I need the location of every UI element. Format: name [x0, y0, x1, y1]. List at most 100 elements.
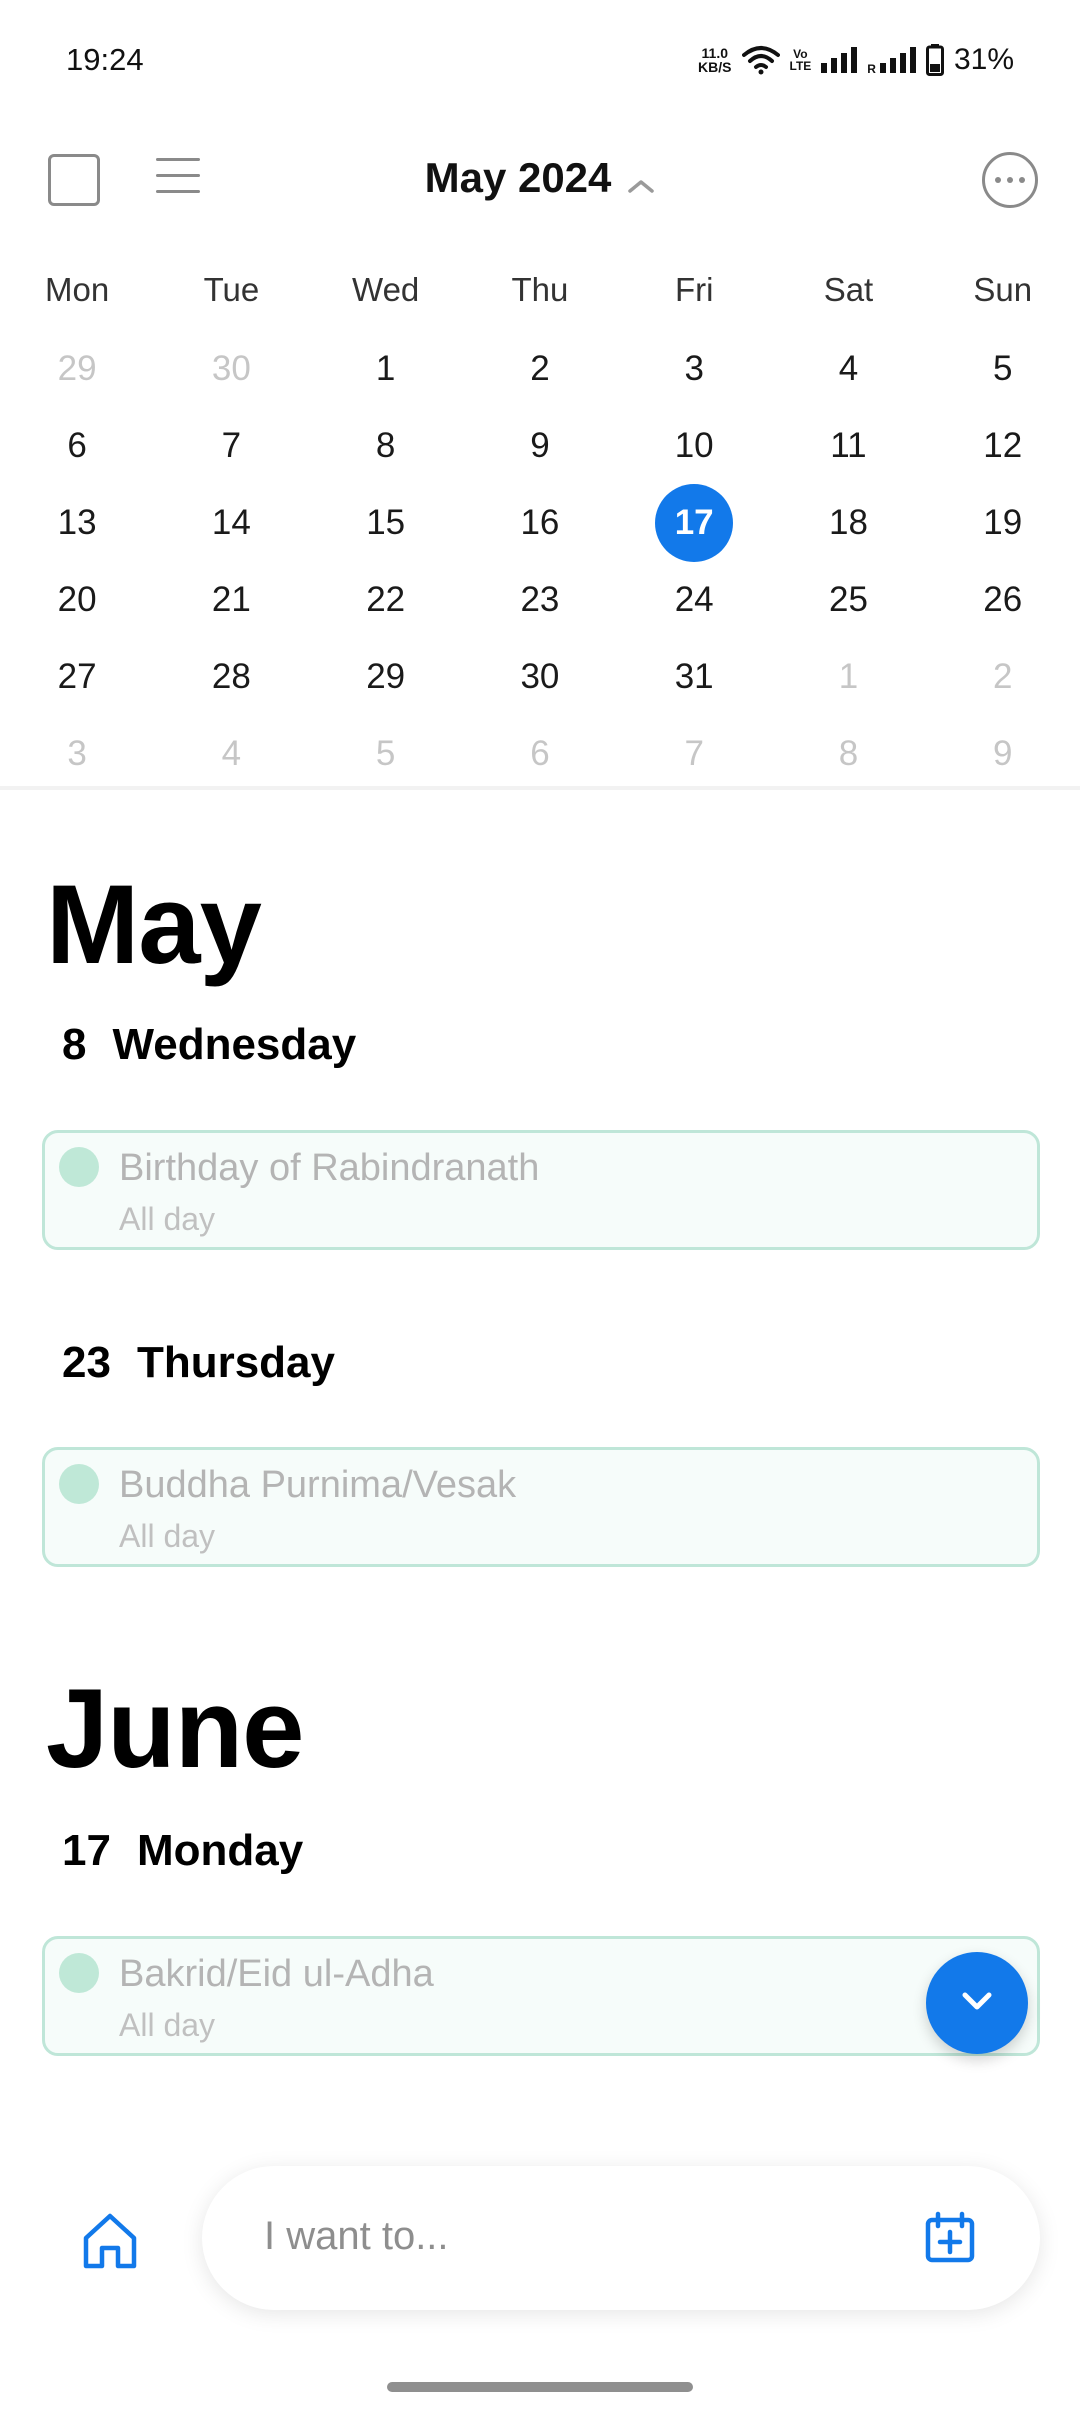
calendar-day[interactable]: 5 [309, 715, 463, 792]
calendar-week: 3 4 5 6 7 8 9 [0, 715, 1080, 792]
calendar-day[interactable]: 10 [617, 407, 771, 484]
agenda-date-number: 8 [62, 1020, 87, 1069]
chevron-up-icon [627, 157, 655, 205]
agenda-date-number: 23 [62, 1338, 111, 1387]
calendar-day[interactable]: 12 [926, 407, 1080, 484]
calendar-day[interactable]: 9 [463, 407, 617, 484]
scroll-down-button[interactable] [926, 1952, 1028, 2054]
weekday-label: Sat [823, 271, 874, 308]
calendar-day[interactable]: 26 [926, 561, 1080, 638]
event-color-dot [59, 1147, 99, 1187]
calendar-day[interactable]: 7 [617, 715, 771, 792]
agenda-date-heading: 8 Wednesday [62, 1020, 356, 1070]
agenda-date-weekday: Thursday [136, 1338, 335, 1387]
top-toolbar: May 2024 [0, 140, 1080, 220]
weekday-label: Sun [973, 271, 1033, 308]
signal-icon [879, 47, 916, 73]
event-time: All day [119, 2007, 216, 2043]
calendar-day[interactable]: 8 [309, 407, 463, 484]
event-title: Buddha Purnima/Vesak [119, 1464, 517, 1506]
event-time: All day [119, 1518, 216, 1554]
calendar-add-icon[interactable] [922, 2210, 978, 2266]
weekday-label: Mon [45, 271, 110, 308]
calendar-day[interactable]: 4 [771, 330, 925, 407]
home-icon[interactable] [78, 2208, 142, 2272]
calendar-day[interactable]: 20 [0, 561, 154, 638]
calendar-day[interactable]: 23 [463, 561, 617, 638]
battery-icon [925, 44, 944, 76]
calendar-day[interactable]: 9 [926, 715, 1080, 792]
calendar-day[interactable]: 11 [771, 407, 925, 484]
calendar-day[interactable]: 18 [771, 484, 925, 561]
calendar-day-today[interactable]: 17 [617, 483, 771, 562]
calendar-day[interactable]: 29 [309, 638, 463, 715]
event-color-dot [59, 1464, 99, 1504]
event-card[interactable]: Bakrid/Eid ul-Adha All day [42, 1936, 1040, 2056]
calendar-day[interactable]: 16 [463, 484, 617, 561]
calendar-day[interactable]: 31 [617, 638, 771, 715]
roaming-mark: R [867, 62, 876, 76]
calendar-day[interactable]: 21 [154, 561, 308, 638]
agenda-date-weekday: Wednesday [112, 1020, 357, 1069]
calendar-day[interactable]: 1 [771, 638, 925, 715]
battery-level: 31% [953, 43, 1014, 76]
volte-bottom: LTE [789, 59, 812, 73]
calendar-day[interactable]: 3 [0, 715, 154, 792]
weekday-header: Mon Tue Wed Thu Fri Sat Sun [0, 250, 1080, 330]
signal-icon [821, 47, 858, 73]
calendar-day[interactable]: 19 [926, 484, 1080, 561]
weekday-label: Wed [352, 271, 420, 308]
calendar-day[interactable]: 24 [617, 561, 771, 638]
calendar-day[interactable]: 8 [771, 715, 925, 792]
status-time: 19:24 [66, 42, 144, 77]
status-bar: 19:24 11.0 KB/S Vo LTE R 31% [0, 0, 1080, 120]
volte-indicator: Vo LTE [790, 48, 812, 72]
status-icons: 11.0 KB/S Vo LTE R 31% [698, 40, 1014, 80]
calendar-day[interactable]: 3 [617, 330, 771, 407]
calendar-day[interactable]: 1 [309, 330, 463, 407]
today-marker: 17 [655, 483, 734, 562]
agenda-date-number: 17 [62, 1826, 111, 1875]
network-speed-value: 11.0 [701, 45, 729, 61]
calendar-week: 27 28 29 30 31 1 2 [0, 638, 1080, 715]
wifi-icon [741, 45, 780, 75]
calendar-day[interactable]: 29 [0, 330, 154, 407]
agenda-date-weekday: Monday [136, 1826, 304, 1875]
calendar-week: 29 30 1 2 3 4 5 [0, 330, 1080, 407]
calendar-day[interactable]: 4 [154, 715, 308, 792]
event-color-dot [59, 1953, 99, 1993]
calendar-day[interactable]: 6 [0, 407, 154, 484]
calendar-week: 6 7 8 9 10 11 12 [0, 407, 1080, 484]
gesture-home-indicator[interactable] [387, 2382, 693, 2392]
chevron-down-icon [957, 1988, 997, 2019]
month-title-button[interactable]: May 2024 [0, 154, 1080, 205]
weekday-label: Tue [203, 271, 260, 308]
event-title: Birthday of Rabindranath [119, 1147, 540, 1189]
event-card[interactable]: Buddha Purnima/Vesak All day [42, 1447, 1040, 1567]
agenda-date-heading: 17 Monday [62, 1826, 303, 1876]
calendar-day[interactable]: 30 [154, 330, 308, 407]
event-card[interactable]: Birthday of Rabindranath All day [42, 1130, 1040, 1250]
calendar-day[interactable]: 7 [154, 407, 308, 484]
agenda-month-heading: June [46, 1666, 304, 1791]
calendar-day[interactable]: 13 [0, 484, 154, 561]
event-title: Bakrid/Eid ul-Adha [119, 1953, 434, 1995]
calendar-day[interactable]: 28 [154, 638, 308, 715]
calendar-divider [0, 786, 1080, 790]
calendar-day[interactable]: 22 [309, 561, 463, 638]
calendar-day[interactable]: 14 [154, 484, 308, 561]
calendar-day[interactable]: 2 [463, 330, 617, 407]
calendar-day[interactable]: 27 [0, 638, 154, 715]
calendar-day[interactable]: 25 [771, 561, 925, 638]
more-icon[interactable] [982, 152, 1038, 208]
network-speed: 11.0 KB/S [698, 46, 731, 74]
calendar-day[interactable]: 15 [309, 484, 463, 561]
calendar-day[interactable]: 5 [926, 330, 1080, 407]
calendar-day[interactable]: 6 [463, 715, 617, 792]
month-title: May 2024 [424, 154, 612, 201]
agenda-month-heading: May [46, 862, 262, 987]
quick-input-bar[interactable]: I want to... [202, 2166, 1040, 2310]
calendar-week: 13 14 15 16 17 18 19 [0, 483, 1080, 562]
calendar-day[interactable]: 2 [926, 638, 1080, 715]
calendar-day[interactable]: 30 [463, 638, 617, 715]
